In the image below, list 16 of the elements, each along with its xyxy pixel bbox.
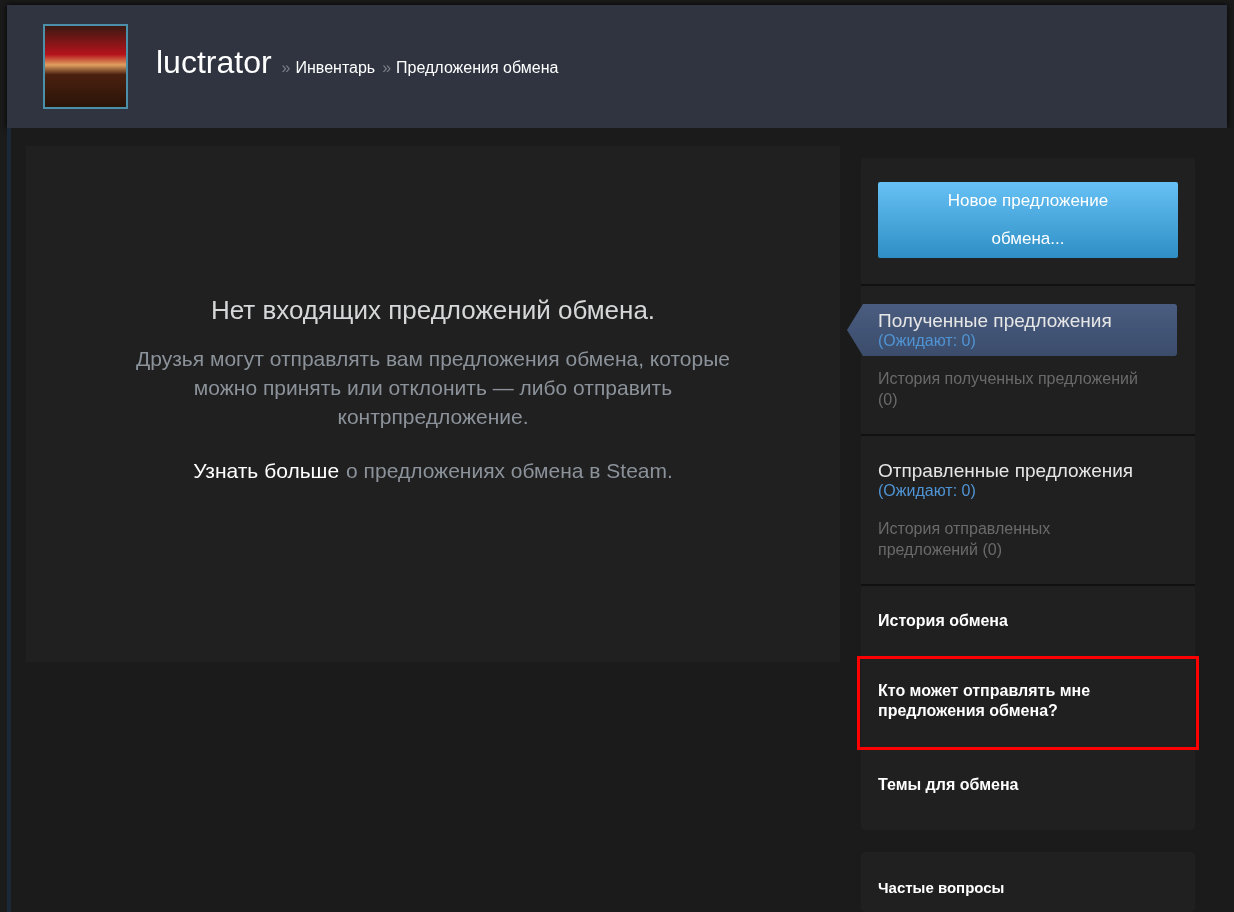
username-link[interactable]: luctrator (156, 37, 272, 86)
sidebar-link[interactable]: История обмена (861, 586, 1195, 656)
learn-more-text: о предложениях обмена в Steam. (346, 458, 673, 484)
breadcrumb-link[interactable]: Предложения обмена (396, 55, 559, 80)
breadcrumb-separator: » (382, 57, 392, 78)
faq-title: Частые вопросы (878, 879, 1005, 896)
sidebar-tab[interactable]: Отправленные предложения (Ожидают: 0) (861, 454, 1177, 506)
sidebar-link[interactable]: Кто может отправлять мне предложения обмена? (857, 656, 1199, 750)
breadcrumb-link[interactable]: Инвентарь (295, 55, 376, 80)
empty-state-title: Нет входящих предложений обмена. (210, 294, 656, 327)
breadcrumb-separator: » (281, 57, 291, 78)
avatar-image[interactable] (43, 24, 128, 109)
selected-tab[interactable]: Полученные предложения (Ожидают: 0) (847, 304, 1177, 356)
sidebar-link[interactable]: Темы для обмена (861, 750, 1195, 820)
learn-more-link[interactable]: Узнать больше (193, 455, 340, 487)
empty-state-description: Друзья могут отправлять вам предложения обмена, которые можно принять или отклонить — либо отправить контрпредложение. (135, 346, 731, 430)
